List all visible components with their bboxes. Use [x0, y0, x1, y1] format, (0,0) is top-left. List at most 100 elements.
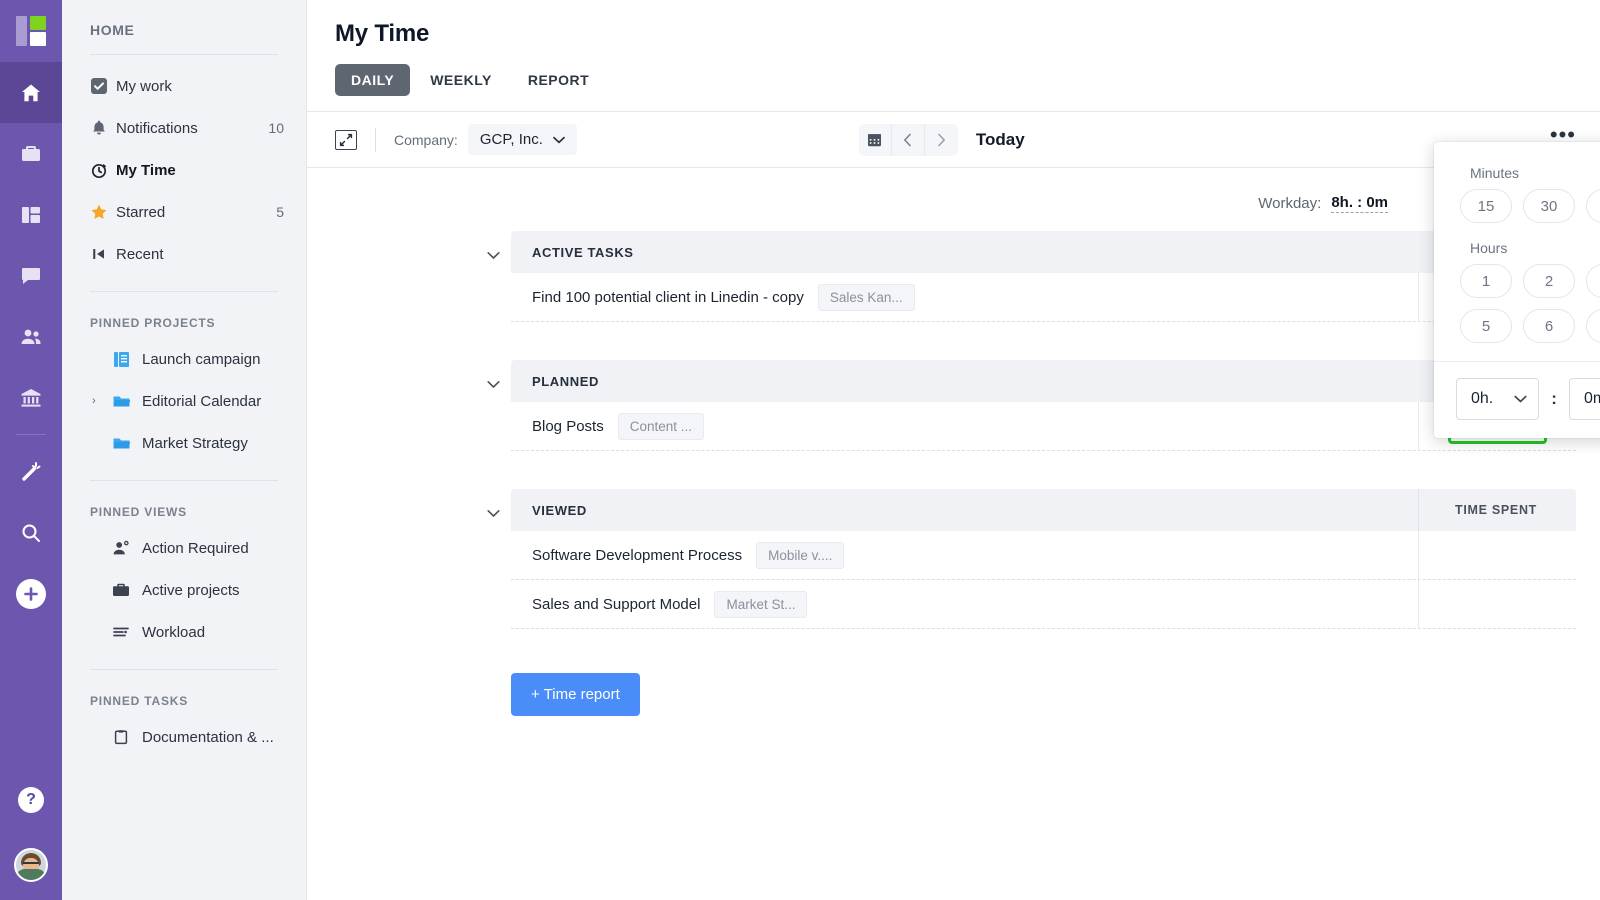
hours-option-5[interactable]: 5: [1460, 309, 1512, 343]
hours-option-1[interactable]: 1: [1460, 264, 1512, 298]
today-label: Today: [975, 129, 1025, 149]
sidebar-item-market-strategy[interactable]: Market Strategy: [62, 422, 306, 464]
star-icon: [90, 203, 116, 221]
rail-item-chat[interactable]: [0, 245, 62, 306]
sidebar-label: Launch campaign: [142, 350, 261, 368]
sidebar-divider-3: [90, 480, 278, 481]
tab-weekly[interactable]: WEEKLY: [414, 64, 508, 96]
calendar-icon[interactable]: [859, 123, 892, 156]
project-chip[interactable]: Content ...: [617, 412, 705, 440]
row-name-cell: Sales and Support Model Market St...: [511, 590, 1418, 618]
sidebar-item-starred[interactable]: Starred 5: [62, 191, 306, 233]
sidebar-label: My Time: [116, 161, 176, 179]
rail-item-search[interactable]: [0, 502, 62, 563]
rail-item-briefcase[interactable]: [0, 123, 62, 184]
sidebar-count: 5: [276, 204, 284, 220]
minutes-option-45[interactable]: 45: [1586, 189, 1600, 223]
section-table: PLANNED Blog Posts Content ... Log time: [511, 360, 1576, 451]
date-nav-group: [858, 123, 958, 156]
prev-day-button[interactable]: [892, 123, 925, 156]
company-label: Company:: [394, 131, 458, 148]
rail-item-dashboard[interactable]: [0, 184, 62, 245]
workday-value[interactable]: 8h. : 0m: [1331, 194, 1388, 213]
chevron-down-icon: [1514, 390, 1527, 408]
sidebar-item-workload[interactable]: Workload: [62, 611, 306, 653]
company-select[interactable]: GCP, Inc.: [467, 124, 577, 155]
task-title[interactable]: Blog Posts: [532, 418, 604, 435]
app-logo[interactable]: [0, 0, 62, 62]
table-row[interactable]: Sales and Support Model Market St...: [511, 579, 1576, 629]
chat-icon: [19, 264, 43, 288]
rail-item-profile[interactable]: [0, 830, 62, 900]
chevron-down-icon[interactable]: [487, 376, 500, 392]
hours-option-7[interactable]: 7: [1586, 309, 1600, 343]
task-title[interactable]: Find 100 potential client in Linedin - c…: [532, 289, 804, 306]
section-table: VIEWED TIME SPENT Software Development P…: [511, 489, 1576, 629]
minutes-option-15[interactable]: 15: [1460, 189, 1512, 223]
tab-report[interactable]: REPORT: [512, 64, 605, 96]
hours-option-6[interactable]: 6: [1523, 309, 1575, 343]
rail-item-help[interactable]: ?: [0, 769, 62, 830]
sidebar-item-editorial-calendar[interactable]: › Editorial Calendar: [62, 380, 306, 422]
sidebar-header-pinned-projects: PINNED PROJECTS: [90, 316, 216, 330]
hours-select[interactable]: 0h.: [1456, 378, 1540, 420]
row-name-cell: Software Development Process Mobile v...…: [511, 541, 1418, 569]
project-chip[interactable]: Mobile v....: [756, 541, 845, 569]
sidebar-item-recent[interactable]: Recent: [62, 233, 306, 275]
section-title: PLANNED: [532, 373, 600, 389]
sidebar-item-action-required[interactable]: Action Required: [62, 527, 306, 569]
time-colon: :: [1551, 389, 1557, 408]
magic-wand-icon: [19, 460, 43, 484]
sidebar-label: Workload: [142, 623, 206, 641]
icon-rail: ?: [0, 0, 62, 900]
sidebar-item-my-work[interactable]: My work: [62, 65, 306, 107]
section-planned: PLANNED Blog Posts Content ... Log time: [307, 360, 1576, 451]
minutes-label: Minutes: [1470, 165, 1520, 181]
rail-item-home[interactable]: [0, 62, 62, 123]
sidebar-item-my-time[interactable]: My Time: [62, 149, 306, 191]
rail-item-magic[interactable]: [0, 441, 62, 502]
rail-item-add[interactable]: [0, 563, 62, 624]
hours-select-value: 0h.: [1471, 390, 1494, 407]
minutes-options: 15 30 45: [1460, 189, 1600, 223]
minutes-option-30[interactable]: 30: [1523, 189, 1575, 223]
hours-option-2[interactable]: 2: [1523, 264, 1575, 298]
chevron-down-icon[interactable]: [487, 505, 500, 521]
row-time-cell[interactable]: [1418, 530, 1576, 580]
table-row[interactable]: Blog Posts Content ... Log time: [511, 401, 1576, 451]
sidebar-label: Editorial Calendar: [142, 392, 262, 410]
chevron-right-icon[interactable]: ›: [92, 395, 96, 407]
time-report-button[interactable]: + Time report: [511, 673, 640, 716]
briefcase-icon: [112, 581, 142, 599]
table-row[interactable]: Software Development Process Mobile v...…: [511, 530, 1576, 580]
sidebar-item-launch-campaign[interactable]: Launch campaign: [62, 338, 306, 380]
row-time-cell[interactable]: [1418, 579, 1576, 629]
sidebar-title: HOME: [90, 22, 135, 38]
chevron-down-icon: [553, 131, 565, 148]
home-icon: [19, 81, 43, 105]
bell-icon: [90, 119, 116, 137]
sidebar-item-active-projects[interactable]: Active projects: [62, 569, 306, 611]
project-chip[interactable]: Sales Kan...: [817, 283, 915, 311]
tab-daily[interactable]: DAILY: [335, 64, 411, 96]
people-icon: [19, 325, 43, 349]
project-chip[interactable]: Market St...: [714, 590, 808, 618]
minutes-select[interactable]: 0m.: [1568, 378, 1600, 420]
expand-icon[interactable]: [335, 129, 357, 150]
sidebar-item-notifications[interactable]: Notifications 10: [62, 107, 306, 149]
sidebar-label: Market Strategy: [142, 434, 248, 452]
sidebar-item-documentation[interactable]: Documentation & ...: [62, 716, 306, 758]
log-time-popup: Minutes 15 30 45 Hours 1 2 3 4 5 6 7 8: [1434, 142, 1600, 438]
plus-icon: [16, 578, 46, 609]
page-title: My Time: [335, 20, 430, 47]
sidebar-header-pinned-views: PINNED VIEWS: [90, 505, 187, 519]
rail-item-bank[interactable]: [0, 367, 62, 428]
next-day-button[interactable]: [925, 124, 958, 156]
hours-option-3[interactable]: 3: [1586, 264, 1600, 298]
dashboard-icon: [19, 203, 43, 227]
task-title[interactable]: Software Development Process: [532, 547, 742, 564]
rail-item-people[interactable]: [0, 306, 62, 367]
task-title[interactable]: Sales and Support Model: [532, 596, 700, 613]
table-row[interactable]: Find 100 potential client in Linedin - c…: [511, 272, 1576, 322]
chevron-down-icon[interactable]: [487, 247, 500, 263]
